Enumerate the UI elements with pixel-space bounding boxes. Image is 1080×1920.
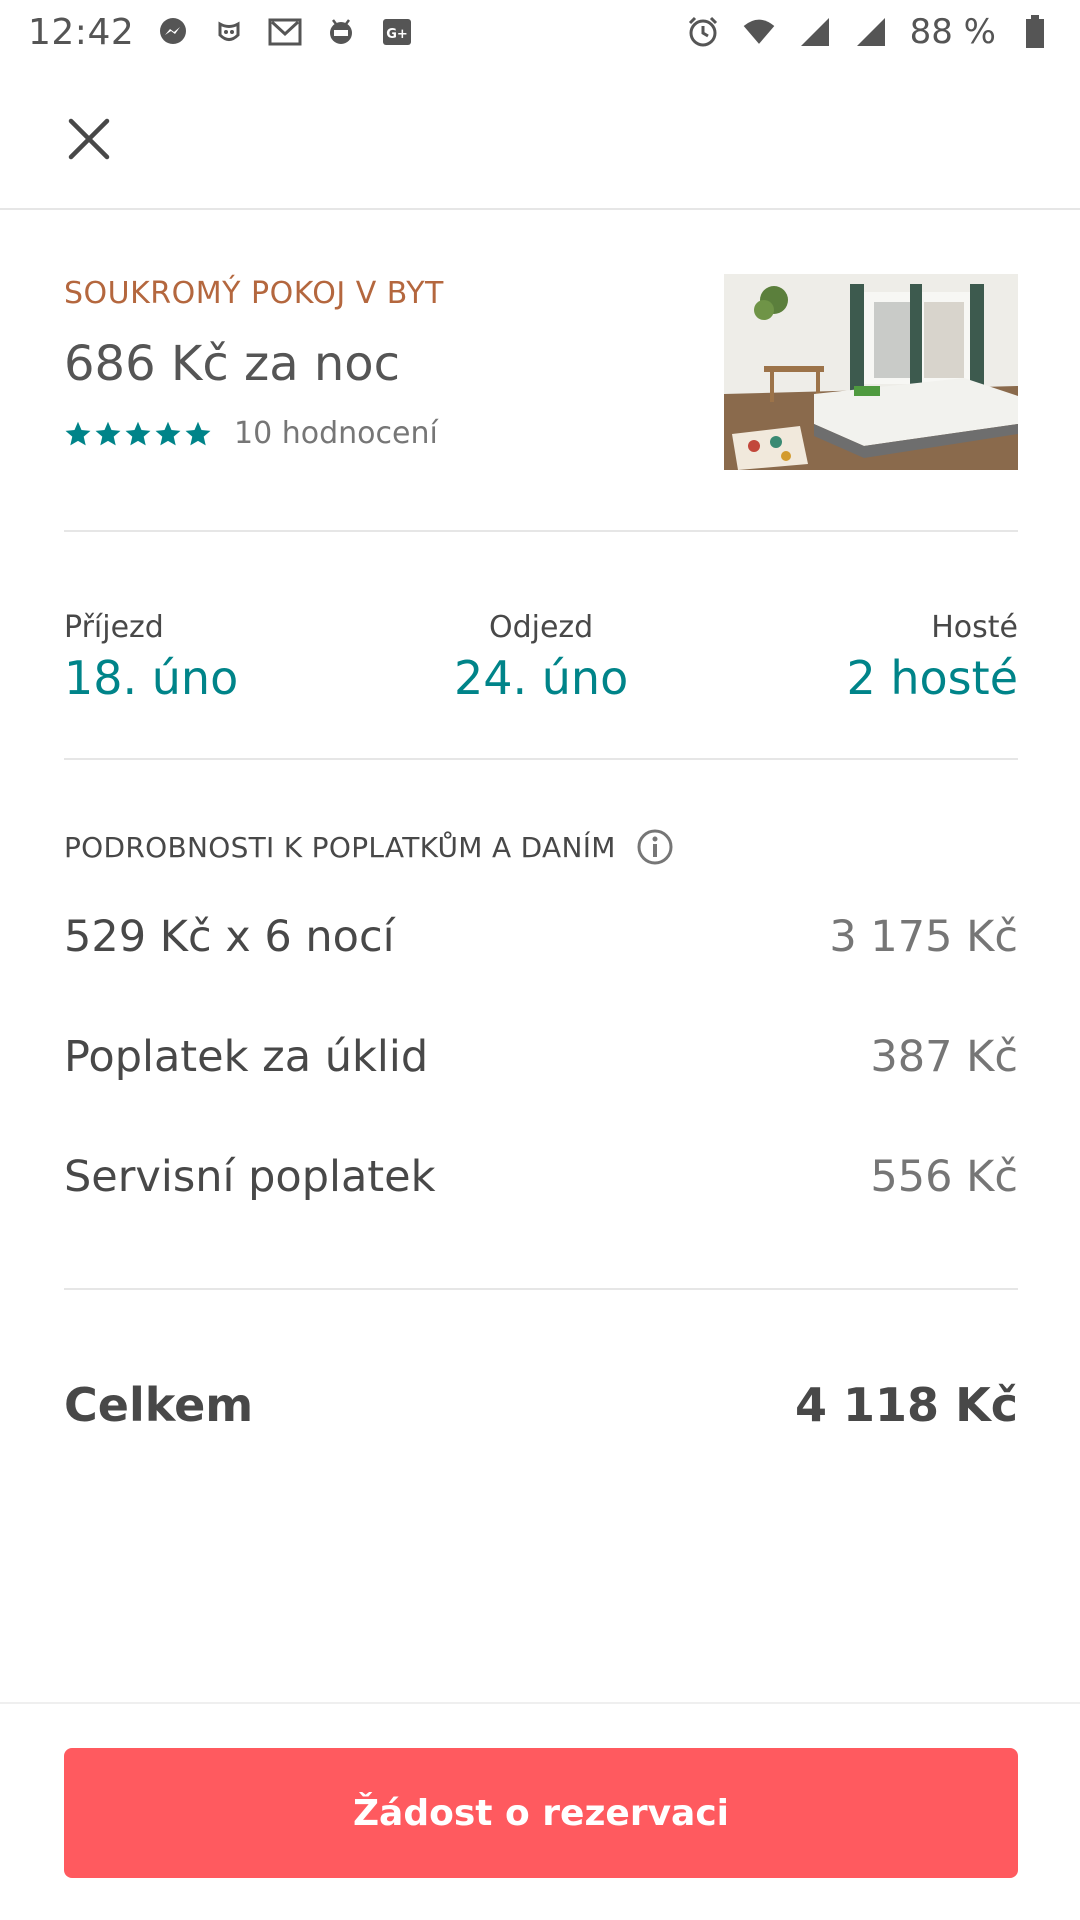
star-icon xyxy=(155,421,181,445)
bot-icon xyxy=(212,15,246,49)
checkin-label: Příjezd xyxy=(64,610,164,645)
app-bar xyxy=(0,64,1080,210)
price-row-label: Poplatek za úklid xyxy=(64,1032,429,1082)
price-row-label: Servisní poplatek xyxy=(64,1152,436,1202)
booking-summary: SOUKROMÝ POKOJ V BYT 686 Kč za noc 10 ho… xyxy=(64,210,1018,1490)
star-icon xyxy=(95,421,121,445)
android-icon xyxy=(324,15,358,49)
status-bar-left: 12:42 G+ xyxy=(28,12,414,53)
battery-percent: 88 % xyxy=(909,12,996,52)
star-icon xyxy=(185,421,211,445)
trip-details: Příjezd 18. úno Odjezd 24. úno Hosté 2 h… xyxy=(64,532,1018,760)
price-row-nights: 529 Kč x 6 nocí 3 175 Kč xyxy=(64,912,1018,962)
checkout-date: 24. úno xyxy=(454,651,629,705)
total-row: Celkem 4 118 Kč xyxy=(64,1378,1018,1432)
gmail-icon xyxy=(268,15,302,49)
checkin-date: 18. úno xyxy=(64,651,239,705)
rating-stars xyxy=(64,420,212,448)
price-details-heading: PODROBNOSTI K POPLATKŮM A DANÍM xyxy=(64,828,674,866)
status-time: 12:42 xyxy=(28,11,135,53)
signal-icon xyxy=(798,15,832,49)
info-icon[interactable] xyxy=(636,828,674,866)
checkout[interactable]: Odjezd 24. úno xyxy=(454,610,628,705)
price-details-title: PODROBNOSTI K POPLATKŮM A DANÍM xyxy=(64,830,616,864)
battery-icon xyxy=(1018,15,1052,49)
price-row-amount: 387 Kč xyxy=(870,1032,1018,1082)
price-row-amount: 556 Kč xyxy=(870,1152,1018,1202)
star-icon xyxy=(125,421,151,445)
price-row-service: Servisní poplatek 556 Kč xyxy=(64,1152,1018,1202)
guests-label: Hosté xyxy=(931,610,1018,645)
messenger-icon xyxy=(156,15,190,49)
guests[interactable]: Hosté 2 hosté xyxy=(847,610,1019,705)
star-icon xyxy=(65,421,91,445)
google-plus-icon: G+ xyxy=(380,15,414,49)
footer: Žádost o rezervaci xyxy=(0,1702,1080,1920)
alarm-icon xyxy=(686,15,720,49)
request-booking-button[interactable]: Žádost o rezervaci xyxy=(64,1748,1018,1878)
listing-price: 686 Kč za noc xyxy=(64,336,401,392)
svg-text:G+: G+ xyxy=(386,27,408,42)
checkout-label: Odjezd xyxy=(488,610,594,645)
listing-card[interactable]: SOUKROMÝ POKOJ V BYT 686 Kč za noc 10 ho… xyxy=(64,210,1018,532)
price-row-amount: 3 175 Kč xyxy=(829,912,1018,962)
checkin[interactable]: Příjezd 18. úno xyxy=(64,610,238,705)
total-label: Celkem xyxy=(64,1378,254,1432)
review-count: 10 hodnocení xyxy=(234,416,438,451)
price-row-label: 529 Kč x 6 nocí xyxy=(64,912,395,962)
listing-type: SOUKROMÝ POKOJ V BYT xyxy=(64,276,444,311)
total-amount: 4 118 Kč xyxy=(795,1378,1018,1432)
room-photo-illustration xyxy=(724,274,1018,470)
status-bar: 12:42 G+ 88 % xyxy=(0,0,1080,64)
close-icon xyxy=(68,118,110,160)
rating: 10 hodnocení xyxy=(64,416,438,451)
listing-photo[interactable] xyxy=(724,274,1018,470)
price-row-cleaning: Poplatek za úklid 387 Kč xyxy=(64,1032,1018,1082)
price-details: PODROBNOSTI K POPLATKŮM A DANÍM 529 Kč x… xyxy=(64,760,1018,1290)
signal-icon xyxy=(854,15,888,49)
guests-count: 2 hosté xyxy=(846,651,1019,705)
total-section: Celkem 4 118 Kč xyxy=(64,1290,1018,1490)
status-bar-right: 88 % xyxy=(686,12,1052,52)
close-button[interactable] xyxy=(60,110,118,168)
wifi-icon xyxy=(742,15,776,49)
